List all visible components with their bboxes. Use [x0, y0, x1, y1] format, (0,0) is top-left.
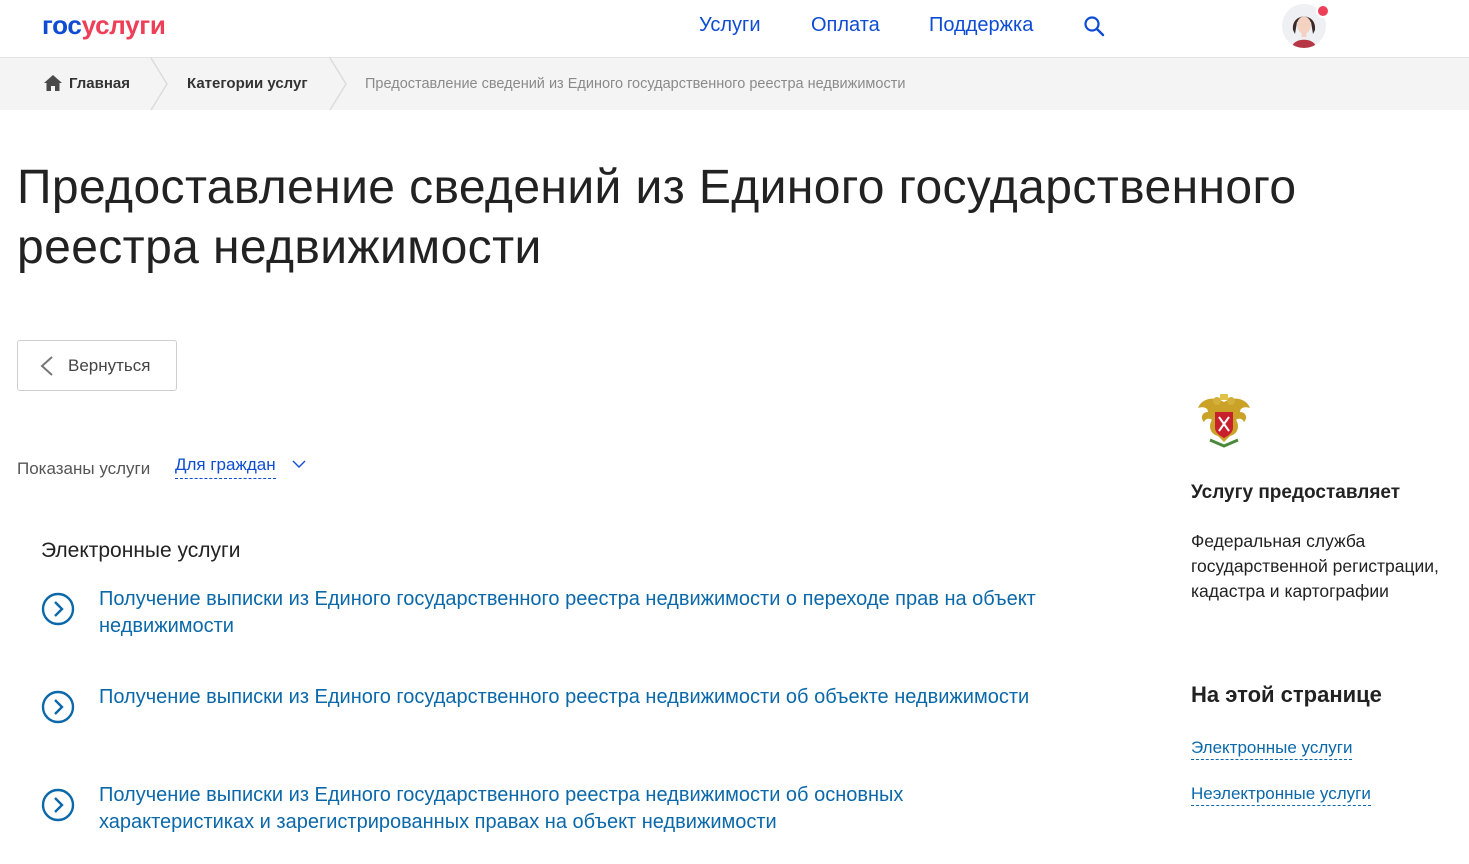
provider-name: Федеральная служба государственной регис… [1191, 531, 1439, 601]
page-title: Предоставление сведений из Единого госуд… [17, 161, 1297, 274]
back-button-label: Вернуться [68, 356, 151, 375]
breadcrumb-separator-icon [329, 58, 347, 110]
audience-filter-select[interactable]: Для граждан [175, 455, 276, 479]
back-button[interactable]: Вернуться [17, 340, 177, 391]
top-header: госуслуги Услуги Оплата Поддержка [0, 0, 1469, 58]
service-link-text[interactable]: Получение выписки из Единого государстве… [99, 586, 1039, 640]
breadcrumb-home[interactable]: Главная [69, 58, 130, 110]
rosreestr-emblem-icon [1198, 394, 1250, 448]
anchor-link-non-electronic[interactable]: Неэлектронные услуги [1191, 784, 1371, 806]
home-icon[interactable] [44, 75, 62, 91]
nav-payment[interactable]: Оплата [811, 14, 880, 37]
service-link-text[interactable]: Получение выписки из Единого государстве… [99, 782, 1039, 836]
breadcrumb: Главная Категории услуг Предоставление с… [0, 58, 1469, 110]
chevron-left-icon [40, 356, 53, 376]
chevron-circle-right-icon [41, 592, 75, 626]
chevron-circle-right-icon [41, 690, 75, 724]
nav-services[interactable]: Услуги [699, 14, 761, 37]
notification-dot [1316, 4, 1330, 18]
chevron-circle-right-icon [41, 788, 75, 822]
on-page-title: На этой странице [1191, 682, 1382, 707]
breadcrumb-separator-icon [150, 58, 168, 110]
gosuslugi-logo[interactable]: госуслуги [42, 10, 166, 41]
service-link-text[interactable]: Получение выписки из Единого государстве… [99, 684, 1039, 711]
anchor-link-electronic[interactable]: Электронные услуги [1191, 738, 1353, 760]
provider-title: Услугу предоставляет [1191, 482, 1401, 503]
nav-support[interactable]: Поддержка [929, 14, 1033, 37]
logo-part-gos: гос [42, 10, 82, 40]
filter-label: Показаны услуги [17, 459, 151, 478]
breadcrumb-current: Предоставление сведений из Единого госуд… [365, 76, 906, 92]
search-icon[interactable] [1082, 14, 1106, 38]
logo-part-uslugi: услуги [81, 10, 166, 40]
chevron-down-icon[interactable] [292, 459, 306, 469]
section-title-electronic: Электронные услуги [41, 539, 241, 562]
breadcrumb-categories[interactable]: Категории услуг [187, 58, 308, 110]
